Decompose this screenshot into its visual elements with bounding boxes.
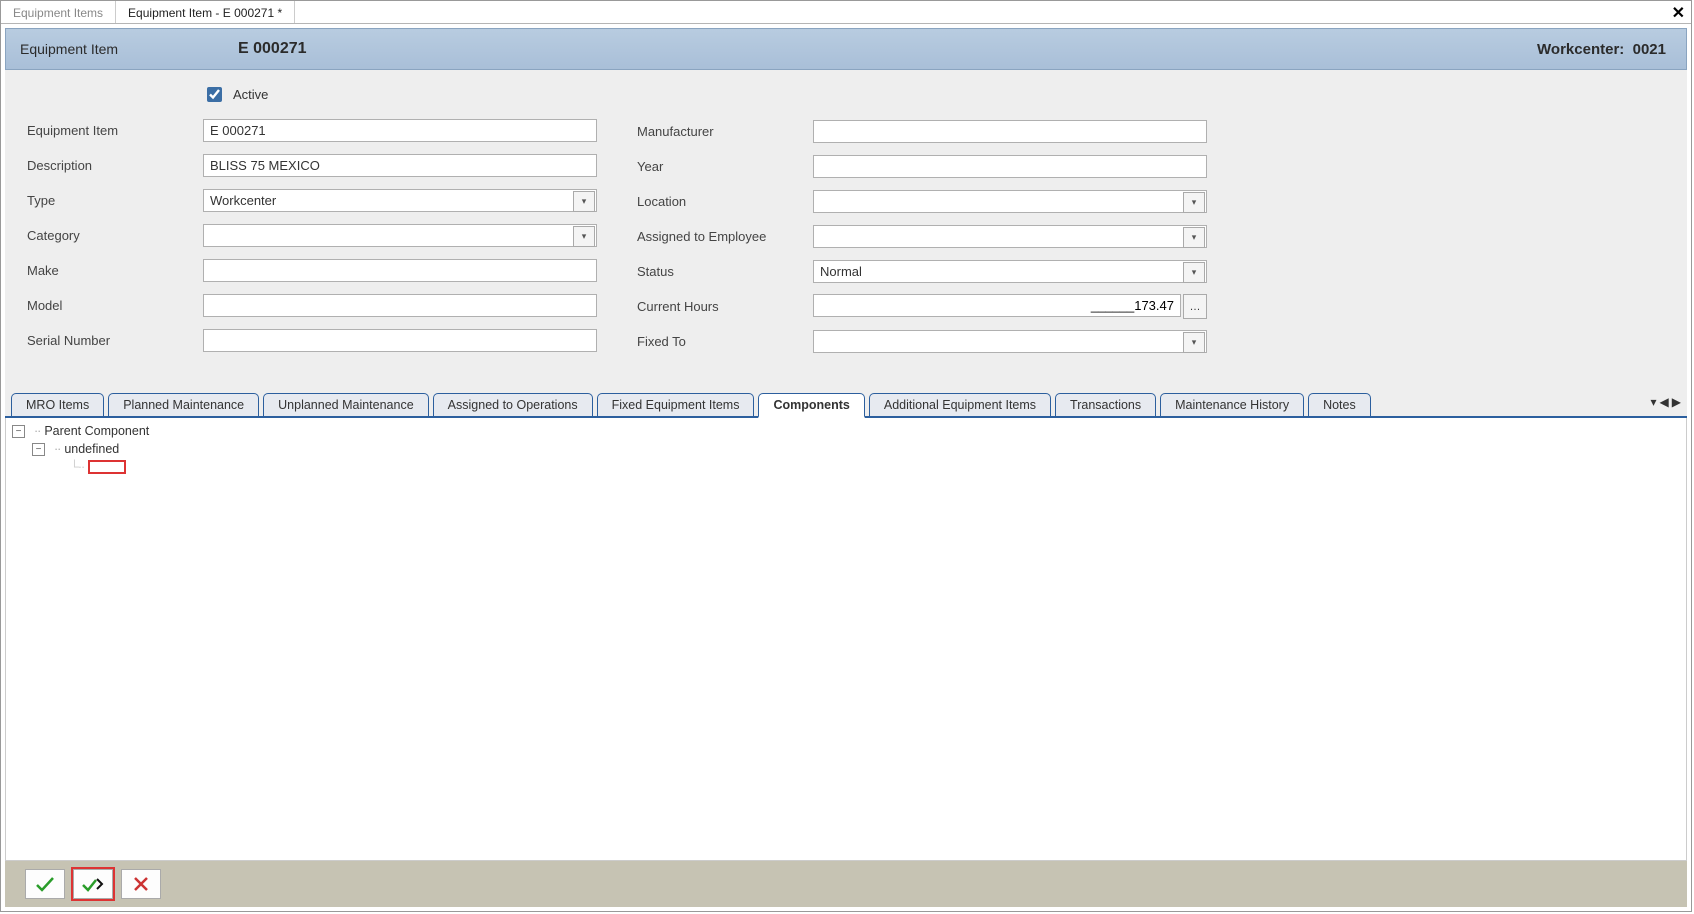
tab-scroll-right-icon[interactable]: ▶ <box>1672 395 1681 409</box>
fixed-to-label: Fixed To <box>637 334 813 349</box>
header-label: Equipment Item <box>6 41 238 57</box>
chevron-down-icon[interactable]: ▾ <box>1183 192 1205 213</box>
chevron-down-icon[interactable]: ▾ <box>1183 332 1205 353</box>
close-icon[interactable]: ✕ <box>1672 3 1685 23</box>
tree-row[interactable]: └·· <box>12 458 1680 476</box>
tab-assigned-to-operations[interactable]: Assigned to Operations <box>433 393 593 416</box>
hours-lookup-button[interactable]: … <box>1183 294 1207 319</box>
description-field[interactable] <box>203 154 597 177</box>
tree-node-label[interactable]: Parent Component <box>44 424 149 438</box>
year-label: Year <box>637 159 813 174</box>
model-label: Model <box>27 298 203 313</box>
tree-row[interactable]: − ·· Parent Component <box>12 422 1680 440</box>
collapse-icon[interactable]: − <box>12 425 25 438</box>
tree-node-label[interactable]: undefined <box>64 442 119 456</box>
chevron-down-icon[interactable]: ▾ <box>1183 262 1205 283</box>
serial-field[interactable] <box>203 329 597 352</box>
detail-tab-strip: MRO Items Planned Maintenance Unplanned … <box>5 390 1687 418</box>
tab-fixed-equipment-items[interactable]: Fixed Equipment Items <box>597 393 755 416</box>
tab-planned-maintenance[interactable]: Planned Maintenance <box>108 393 259 416</box>
make-label: Make <box>27 263 203 278</box>
header-id: E 000271 <box>238 40 307 58</box>
form-right-column: . Manufacturer Year Location ▾ Assigned … <box>637 84 1207 354</box>
form-left-column: Active Equipment Item Description Type W… <box>27 84 597 354</box>
manufacturer-field[interactable] <box>813 120 1207 143</box>
assigned-label: Assigned to Employee <box>637 229 813 244</box>
active-label: Active <box>233 87 268 102</box>
chevron-down-icon[interactable]: ▾ <box>573 226 595 247</box>
description-label: Description <box>27 158 203 173</box>
tab-additional-equipment-items[interactable]: Additional Equipment Items <box>869 393 1051 416</box>
tree-row[interactable]: − ·· undefined <box>12 440 1680 458</box>
document-tab-bar: Equipment Items Equipment Item - E 00027… <box>1 1 1691 24</box>
location-label: Location <box>637 194 813 209</box>
fixed-to-select[interactable]: ▾ <box>813 330 1207 353</box>
doc-tab-equipment-items[interactable]: Equipment Items <box>1 1 116 23</box>
category-select[interactable]: ▾ <box>203 224 597 247</box>
cancel-button[interactable] <box>121 869 161 899</box>
manufacturer-label: Manufacturer <box>637 124 813 139</box>
year-field[interactable] <box>813 155 1207 178</box>
doc-tab-equipment-item-detail[interactable]: Equipment Item - E 000271 * <box>116 1 295 23</box>
assigned-select[interactable]: ▾ <box>813 225 1207 248</box>
tab-notes[interactable]: Notes <box>1308 393 1371 416</box>
record-header: Equipment Item E 000271 Workcenter: 0021 <box>5 28 1687 70</box>
status-label: Status <box>637 264 813 279</box>
hours-label: Current Hours <box>637 299 813 314</box>
components-tree-pane: − ·· Parent Component − ·· undefined └·· <box>5 418 1687 861</box>
make-field[interactable] <box>203 259 597 282</box>
collapse-icon[interactable]: − <box>32 443 45 456</box>
category-label: Category <box>27 228 203 243</box>
active-checkbox[interactable] <box>207 87 222 102</box>
header-workcenter: Workcenter: 0021 <box>1537 41 1686 58</box>
type-label: Type <box>27 193 203 208</box>
tab-unplanned-maintenance[interactable]: Unplanned Maintenance <box>263 393 429 416</box>
accept-and-new-button[interactable] <box>73 869 113 899</box>
active-checkbox-row: Active <box>203 84 597 104</box>
tab-maintenance-history[interactable]: Maintenance History <box>1160 393 1304 416</box>
model-field[interactable] <box>203 294 597 317</box>
tab-menu-icon[interactable]: ▾ <box>1651 395 1657 409</box>
equipment-item-label: Equipment Item <box>27 123 203 138</box>
tab-scroll-left-icon[interactable]: ◀ <box>1660 395 1669 409</box>
type-select[interactable]: Workcenter▾ <box>203 189 597 212</box>
form-area: Active Equipment Item Description Type W… <box>5 70 1687 390</box>
status-select[interactable]: Normal▾ <box>813 260 1207 283</box>
chevron-down-icon[interactable]: ▾ <box>573 191 595 212</box>
current-hours-field[interactable] <box>813 294 1181 317</box>
tab-mro-items[interactable]: MRO Items <box>11 393 104 416</box>
location-select[interactable]: ▾ <box>813 190 1207 213</box>
serial-label: Serial Number <box>27 333 203 348</box>
footer-toolbar <box>5 861 1687 907</box>
tab-components[interactable]: Components <box>758 393 864 418</box>
tree-edit-input[interactable] <box>88 460 126 474</box>
tab-transactions[interactable]: Transactions <box>1055 393 1156 416</box>
accept-button[interactable] <box>25 869 65 899</box>
tab-nav: ▾ ◀ ▶ <box>1651 395 1682 409</box>
equipment-item-field[interactable] <box>203 119 597 142</box>
chevron-down-icon[interactable]: ▾ <box>1183 227 1205 248</box>
